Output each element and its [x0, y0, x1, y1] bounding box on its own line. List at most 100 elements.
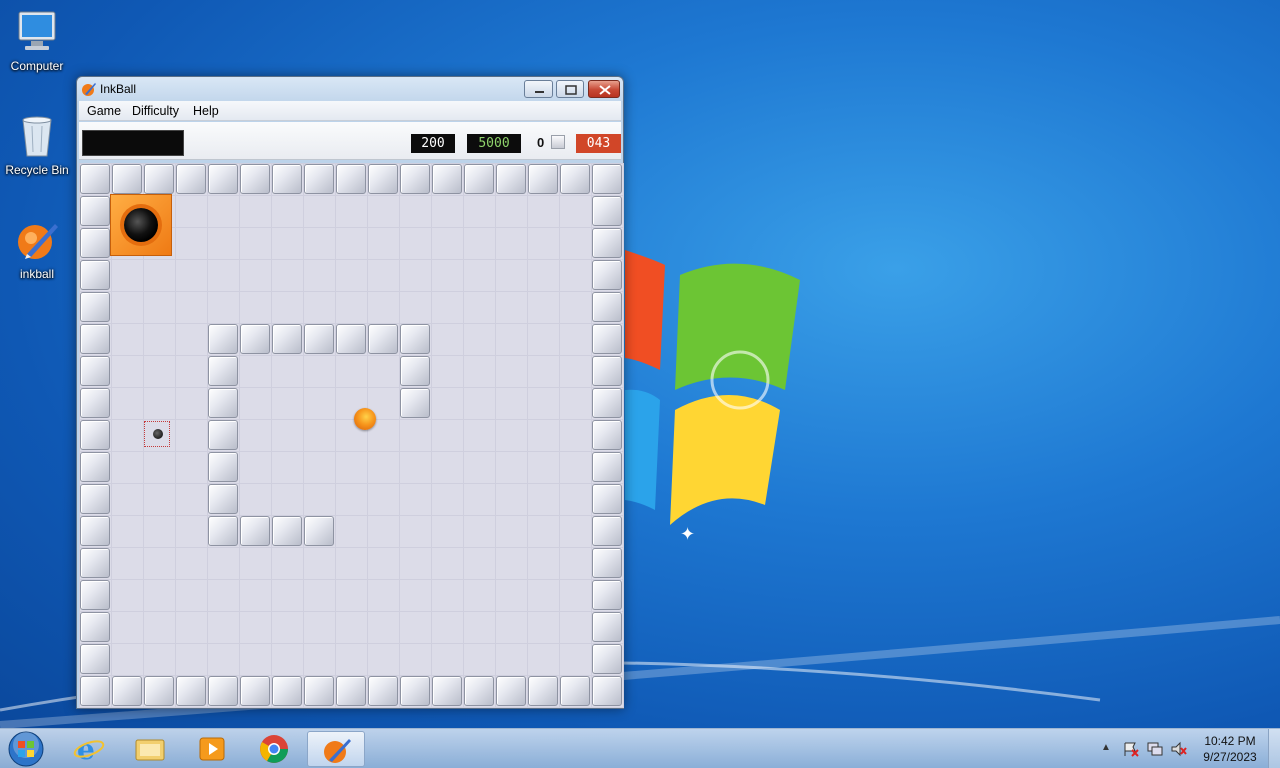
action-center-flag-icon[interactable]	[1122, 741, 1140, 757]
wall-tile	[208, 420, 238, 450]
wall-tile	[592, 484, 622, 514]
menu-difficulty[interactable]: Difficulty	[128, 103, 183, 119]
wall-tile	[528, 676, 558, 706]
start-button[interactable]	[6, 730, 46, 768]
wall-tile	[336, 676, 366, 706]
wall-tile	[208, 164, 238, 194]
wall-tile	[80, 580, 110, 610]
desktop-icon-recycle-bin[interactable]: Recycle Bin	[4, 112, 70, 177]
taskbar-file-explorer[interactable]	[121, 731, 179, 767]
ball-counter-icon	[551, 135, 565, 149]
wall-tile	[208, 516, 238, 546]
wall-tile	[80, 676, 110, 706]
wall-tile	[80, 516, 110, 546]
hole-icon	[124, 208, 158, 242]
taskbar-internet-explorer[interactable]: e	[60, 731, 118, 767]
svg-text:✦: ✦	[680, 524, 695, 540]
wall-tile	[208, 484, 238, 514]
wall-tile	[400, 388, 430, 418]
wall-tile	[208, 388, 238, 418]
taskbar-media-player[interactable]	[183, 731, 241, 767]
wall-tile	[272, 676, 302, 706]
wall-tile	[304, 676, 334, 706]
inkball-icon	[324, 739, 351, 763]
desktop-icon-inkball[interactable]: inkball	[4, 216, 70, 281]
wall-tile	[80, 644, 110, 674]
volume-muted-icon[interactable]	[1170, 741, 1188, 757]
wall-tile	[496, 164, 526, 194]
system-clock[interactable]: 10:42 PM 9/27/2023	[1196, 733, 1264, 765]
wall-tile	[240, 324, 270, 354]
wall-tile	[592, 196, 622, 226]
wall-tile	[592, 292, 622, 322]
internet-explorer-icon: e	[73, 734, 105, 764]
wall-tile	[80, 356, 110, 386]
wall-tile	[304, 324, 334, 354]
wall-tile	[560, 676, 590, 706]
wall-tile	[336, 164, 366, 194]
wall-tile	[208, 356, 238, 386]
score-display: 200	[411, 134, 455, 153]
maximize-icon	[565, 85, 577, 95]
wall-tile	[432, 676, 462, 706]
wall-tile	[240, 676, 270, 706]
wall-tile	[80, 612, 110, 642]
maximize-button[interactable]	[556, 80, 584, 98]
wall-tile	[336, 324, 366, 354]
minimize-icon	[535, 91, 544, 93]
desktop-icon-computer[interactable]: Computer	[4, 8, 70, 73]
small-hole-icon	[153, 429, 163, 439]
wall-tile	[592, 516, 622, 546]
title-bar[interactable]: InkBall	[77, 77, 623, 101]
wall-tile	[368, 324, 398, 354]
wall-tile	[592, 452, 622, 482]
wall-tile	[400, 324, 430, 354]
wall-tile	[368, 676, 398, 706]
wall-tile	[560, 164, 590, 194]
wall-tile	[400, 356, 430, 386]
wall-tile	[496, 676, 526, 706]
wall-tile	[80, 484, 110, 514]
minimize-button[interactable]	[524, 80, 553, 98]
wall-tile	[80, 388, 110, 418]
wall-tile	[80, 228, 110, 258]
game-board[interactable]	[79, 163, 624, 708]
desktop-icon-label: inkball	[19, 267, 55, 281]
score-bar: 200 5000 0 043	[79, 122, 621, 160]
recycle-bin-icon	[22, 116, 52, 157]
wall-tile	[144, 164, 174, 194]
wall-tile	[176, 164, 206, 194]
wall-tile	[592, 548, 622, 578]
wall-tile	[368, 164, 398, 194]
wall-tile	[592, 260, 622, 290]
wall-tile	[592, 676, 622, 706]
timer-display: 043	[576, 134, 621, 153]
inkball-icon	[18, 224, 58, 259]
wall-tile	[80, 164, 110, 194]
close-button[interactable]	[588, 80, 620, 98]
orange-ball	[354, 408, 376, 430]
wall-tile	[272, 516, 302, 546]
wall-tile	[592, 228, 622, 258]
svg-text:e: e	[77, 734, 95, 764]
inkball-window: InkBall Game Difficulty Help 200 5000 0 …	[76, 76, 624, 709]
wall-tile	[592, 388, 622, 418]
network-icon[interactable]	[1146, 741, 1164, 757]
window-title: InkBall	[100, 82, 137, 96]
taskbar-chrome[interactable]	[245, 731, 303, 767]
menu-help[interactable]: Help	[189, 103, 223, 119]
show-desktop-button[interactable]	[1268, 729, 1280, 768]
computer-icon	[18, 11, 56, 50]
wall-tile	[592, 356, 622, 386]
file-explorer-icon	[135, 739, 165, 761]
taskbar-inkball[interactable]	[307, 731, 365, 767]
tray-overflow-arrow[interactable]: ▲	[1101, 742, 1111, 753]
menu-game[interactable]: Game	[83, 103, 125, 119]
wall-tile	[400, 676, 430, 706]
wall-tile	[400, 164, 430, 194]
wall-tile	[208, 676, 238, 706]
gray-goal-hole	[144, 421, 170, 447]
inkball-app-icon	[82, 83, 96, 96]
wall-tile	[592, 324, 622, 354]
close-icon	[599, 85, 611, 95]
